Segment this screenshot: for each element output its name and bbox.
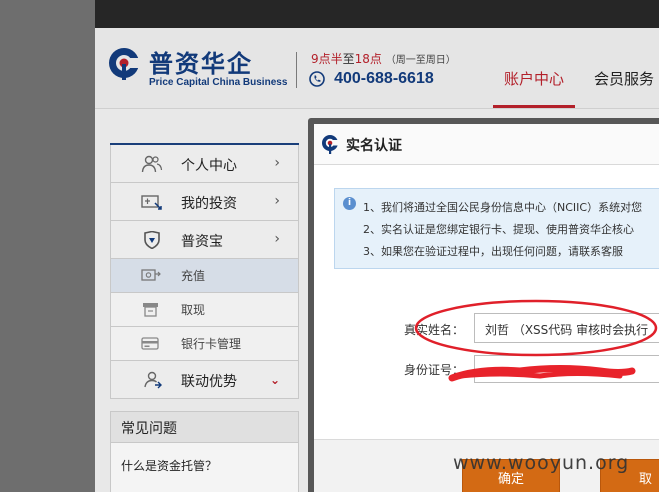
info-line-3: 3、如果您在验证过程中，出现任何问题，请联系客服	[363, 245, 623, 258]
faq-title: 常见问题	[111, 412, 298, 443]
info-notice: i 1、我们将通过全国公民身份信息中心（NCIIC）系统对您 2、实名认证是您绑…	[334, 188, 659, 269]
chevron-right-icon: ›	[274, 231, 280, 247]
sidebar: 个人中心 › 我的投资 › 普资宝 › 充值 取现 银行卡管理 联动优势 ⌄	[110, 143, 299, 399]
recharge-icon	[141, 269, 161, 281]
sidebar-item-personal-center[interactable]: 个人中心 ›	[110, 145, 299, 183]
faq-question-link[interactable]: 什么是资金托管？	[121, 457, 298, 474]
info-line-2: 2、实名认证是您绑定银行卡、提现、使用普资华企核心	[363, 223, 634, 236]
brand-logo[interactable]: 普资华企 Price Capital China Business	[107, 46, 288, 96]
service-hours: 9点半至18点 （周一至周日）	[311, 50, 456, 67]
sidebar-item-withdraw[interactable]: 取现	[110, 293, 299, 327]
invest-icon	[141, 195, 162, 210]
sidebar-item-label: 联动优势	[181, 374, 237, 390]
chevron-down-icon: ⌄	[269, 373, 280, 387]
sidebar-item-label: 我的投资	[181, 196, 237, 212]
real-name-auth-dialog: 实名认证 i 1、我们将通过全国公民身份信息中心（NCIIC）系统对您 2、实名…	[314, 124, 659, 492]
top-bar	[95, 0, 659, 28]
real-name-field[interactable]: 刘哲 （XSS代码 审核时会执行	[474, 313, 659, 343]
hours-end: 18点	[354, 52, 382, 66]
sidebar-item-puzibao[interactable]: 普资宝 ›	[110, 221, 299, 259]
hours-note: （周一至周日）	[385, 55, 456, 66]
watermark: www.wooyun.org	[453, 452, 630, 474]
brand-name-cn: 普资华企	[149, 50, 253, 78]
id-number-label: 身份证号：	[404, 363, 465, 377]
hours-start: 9点半	[311, 52, 343, 66]
chevron-right-icon: ›	[274, 155, 280, 171]
dialog-header: 实名认证	[314, 124, 659, 165]
bank-card-icon	[141, 337, 159, 350]
info-icon: i	[343, 197, 356, 210]
users-icon	[141, 155, 163, 173]
withdraw-icon	[143, 303, 158, 317]
sidebar-item-label: 个人中心	[181, 158, 237, 174]
brand-logo-icon	[109, 48, 141, 80]
dialog-title: 实名认证	[346, 138, 402, 154]
sidebar-item-label: 取现	[181, 303, 206, 317]
hotline-number: 400-688-6618	[334, 69, 434, 87]
header-divider	[296, 52, 297, 88]
web-page: 普资华企 Price Capital China Business 9点半至18…	[95, 0, 659, 492]
hotline: 400-688-6618	[309, 68, 434, 90]
id-number-field[interactable]	[474, 355, 659, 383]
sidebar-item-bank-card[interactable]: 银行卡管理	[110, 327, 299, 361]
brand-logo-icon	[322, 135, 339, 154]
info-line-1: 1、我们将通过全国公民身份信息中心（NCIIC）系统对您	[363, 201, 643, 214]
site-header: 普资华企 Price Capital China Business 9点半至18…	[95, 28, 659, 109]
nav-active-indicator	[493, 105, 575, 108]
sidebar-item-recharge[interactable]: 充值	[110, 259, 299, 293]
linkage-icon	[144, 371, 162, 389]
sidebar-item-linkage[interactable]: 联动优势 ⌄	[110, 361, 299, 399]
chevron-right-icon: ›	[274, 193, 280, 209]
sidebar-item-label: 普资宝	[181, 234, 223, 250]
faq-panel: 常见问题 什么是资金托管？	[110, 411, 299, 492]
sidebar-item-my-investment[interactable]: 我的投资 ›	[110, 183, 299, 221]
shield-icon	[144, 231, 160, 249]
sidebar-item-label: 充值	[181, 269, 206, 283]
hours-mid: 至	[342, 52, 355, 66]
nav-account-center[interactable]: 账户中心	[504, 68, 564, 89]
sidebar-item-label: 银行卡管理	[181, 337, 242, 351]
nav-member-services[interactable]: 会员服务	[594, 68, 654, 89]
phone-icon	[309, 70, 325, 87]
real-name-label: 真实姓名：	[404, 323, 465, 337]
brand-name-en: Price Capital China Business	[149, 77, 288, 88]
